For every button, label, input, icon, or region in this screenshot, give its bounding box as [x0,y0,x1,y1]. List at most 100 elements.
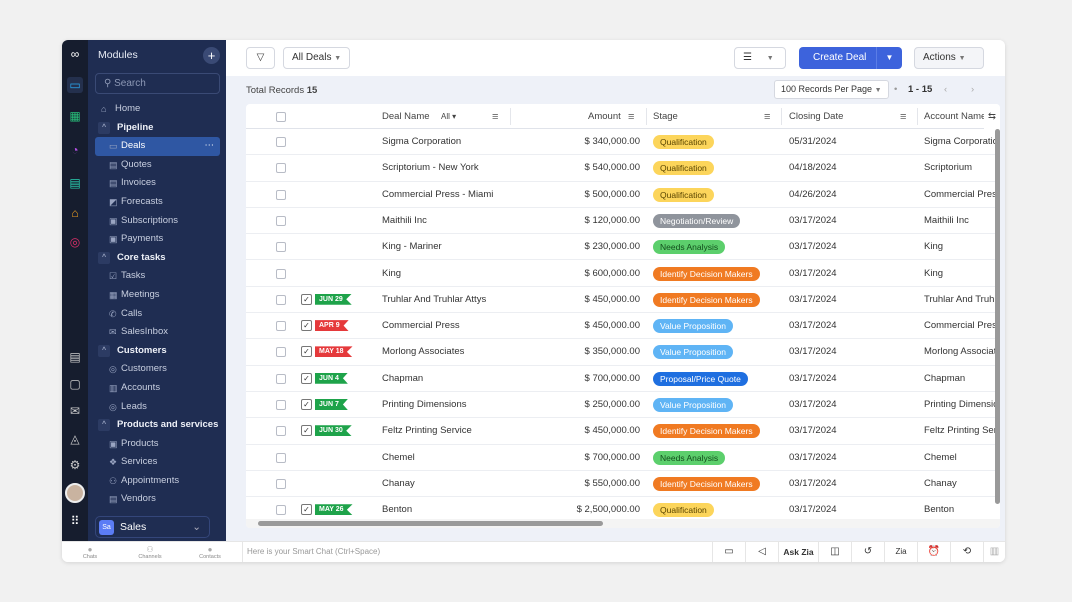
account-name[interactable]: Scriptorium [924,155,1000,181]
row-checkbox[interactable] [276,189,286,200]
avatar[interactable] [65,483,85,503]
deal-name[interactable]: Commercial Press - Miami [382,182,493,208]
account-name[interactable]: Chemel [924,445,1000,471]
column-settings-icon[interactable]: ⇆ [984,104,1000,130]
account-name[interactable]: King [924,234,1000,260]
analytics-icon[interactable]: ▦ [67,108,83,124]
row-checkbox[interactable] [276,347,286,358]
view-select[interactable]: All Deals ▼ [283,47,351,69]
table-row[interactable]: Chemel $ 700,000.00 Needs Analysis 03/17/20… [246,445,1000,471]
smart-chat-input[interactable]: Here is your Smart Chat (Ctrl+Space) [242,542,712,562]
task-checkbox-icon[interactable]: ✓ [301,399,312,410]
deal-name[interactable]: Feltz Printing Service [382,418,472,444]
deal-name[interactable]: Chanay [382,471,415,497]
workspace-switcher[interactable]: Sa Sales ⌄ [95,516,210,538]
account-name[interactable]: Feltz Printing Service [924,418,1000,444]
col-amount[interactable]: Amount [588,104,621,130]
task-checkbox-icon[interactable]: ✓ [301,320,312,332]
sidebar-item-accounts[interactable]: ▥ Accounts [95,379,220,398]
screen-share-icon[interactable]: ▭ [712,542,745,562]
deal-name-filter[interactable]: All ▾ [441,104,456,130]
column-menu-icon[interactable]: ≡ [492,104,498,130]
chart-icon[interactable]: ◫ [818,542,851,562]
row-checkbox[interactable] [276,268,286,279]
alarm-icon[interactable]: ⏰ [917,542,950,562]
deal-name[interactable]: Sigma Corporation [382,129,461,155]
row-checkbox[interactable] [276,242,286,253]
store-icon[interactable]: ⌂ [67,205,83,221]
deal-name[interactable]: Commercial Press [382,313,460,339]
task-checkbox-icon[interactable]: ✓ [301,504,312,516]
sidebar-item-services[interactable]: ❖ Services [95,453,220,472]
row-checkbox[interactable] [276,478,286,489]
account-name[interactable]: Truhlar And Truhlar [924,287,1000,313]
sidebar-item-customers[interactable]: ◎ Customers [95,360,220,379]
sidebar-section-customers[interactable]: ^ Customers [95,342,220,361]
filter-button[interactable]: ▽ [246,47,275,69]
channels-button[interactable]: ⚇ Channels [122,545,178,560]
contacts-button[interactable]: ● Contacts [182,545,238,560]
sidebar-item-calls[interactable]: ✆ Calls [95,305,220,324]
col-account-name[interactable]: Account Name [924,104,984,130]
table-row[interactable]: ✓ JUN 29 Truhlar And Truhlar Attys $ 450,00… [246,287,1000,314]
row-checkbox[interactable] [276,163,286,174]
select-all-checkbox[interactable] [276,112,286,122]
notes-icon[interactable]: ▤ [67,349,83,365]
sidebar-section-core-tasks[interactable]: ^ Core tasks [95,249,220,268]
deal-name[interactable]: Maithili Inc [382,208,427,234]
row-checkbox[interactable] [276,373,286,384]
sidebar-item-deals[interactable]: ▭ Deals ⋯ [95,137,220,156]
table-row[interactable]: King - Mariner $ 230,000.00 Needs Analysis… [246,234,1000,261]
sidebar-item-tasks[interactable]: ☑ Tasks [95,267,220,286]
mail-icon[interactable]: ✉ [67,403,83,419]
chats-button[interactable]: ● Chats [62,545,118,560]
deal-name[interactable]: King [382,261,401,287]
table-row[interactable]: ✓ MAY 18 Morlong Associates $ 350,000.00 Val… [246,339,1000,366]
row-checkbox[interactable] [276,215,286,226]
task-checkbox-icon[interactable]: ✓ [301,425,312,437]
zia-icon[interactable]: Zia [884,542,917,562]
column-menu-icon[interactable]: ≡ [900,104,906,130]
deal-name[interactable]: Chemel [382,445,415,471]
sidebar-section-pipeline[interactable]: ^ Pipeline [95,119,220,138]
sidebar-item-salesinbox[interactable]: ✉ SalesInbox [95,323,220,342]
row-checkbox[interactable] [276,294,286,305]
sidebar-item-subscriptions[interactable]: ▣ Subscriptions [95,212,220,231]
account-name[interactable]: Chanay [924,471,1000,497]
row-checkbox[interactable] [276,137,286,147]
calendar-icon[interactable]: ▢ [67,376,83,392]
deal-name[interactable]: Truhlar And Truhlar Attys [382,287,486,313]
account-name[interactable]: Chapman [924,366,1000,392]
task-checkbox-icon[interactable]: ✓ [301,293,312,305]
col-deal-name[interactable]: Deal Name [382,104,430,130]
account-name[interactable]: Maithili Inc [924,208,1000,234]
search-analytics-icon[interactable]: ◎ [67,234,83,250]
account-name[interactable]: King [924,261,1000,287]
table-row[interactable]: King $ 600,000.00 Identify Decision Makers… [246,261,1000,287]
table-row[interactable]: ✓ APR 9 Commercial Press $ 450,000.00 Value … [246,313,1000,340]
sidebar-item-vendors[interactable]: ▤ Vendors [95,490,220,509]
task-checkbox-icon[interactable]: ✓ [301,372,312,384]
col-closing-date[interactable]: Closing Date [789,104,843,130]
deal-name[interactable]: Printing Dimensions [382,392,466,418]
pie-chart-icon[interactable]: ◔ [67,142,83,158]
column-menu-icon[interactable]: ≡ [764,104,770,130]
account-name[interactable]: Commercial Press [924,313,1000,339]
apps-grid-icon[interactable]: ⠿ [67,513,83,529]
sidebar-item-appointments[interactable]: ⚇ Appointments [95,472,220,491]
sidebar-item-home[interactable]: ⌂ Home [95,100,220,119]
history-icon[interactable]: ⟲ [950,542,983,562]
column-menu-icon[interactable]: ≡ [628,104,634,130]
account-name[interactable]: Morlong Associates [924,339,1000,365]
undo-icon[interactable]: ↺ [851,542,884,562]
sidebar-item-leads[interactable]: ◎ Leads [95,398,220,417]
actions-button[interactable]: Actions ▼ [914,47,984,69]
add-module-button[interactable]: + [203,47,220,64]
sidebar-section-products-and-services[interactable]: ^ Products and services [95,416,220,435]
row-checkbox[interactable] [276,400,286,410]
sidebar-item-invoices[interactable]: ▤ Invoices [95,174,220,193]
table-row[interactable]: Scriptorium - New York $ 540,000.00 Qualif… [246,155,1000,182]
announce-icon[interactable]: ◁ [745,542,778,562]
calendar-edit-icon[interactable]: ▤ [67,175,83,191]
account-name[interactable]: Sigma Corporation [924,129,1000,155]
